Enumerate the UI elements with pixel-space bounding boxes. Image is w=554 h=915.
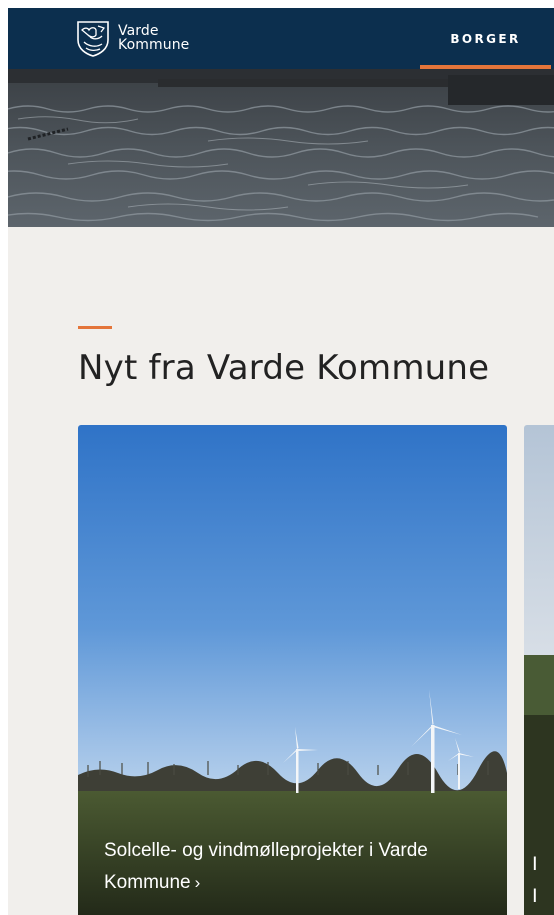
hero-water-photo xyxy=(8,69,554,227)
news-card-title[interactable]: Solcelle- og vindmølleprojekter i Varde … xyxy=(104,835,484,899)
coat-of-arms-icon xyxy=(77,21,109,57)
section-title: Nyt fra Varde Kommune xyxy=(78,348,490,388)
news-card-title-fragment: I I xyxy=(532,848,554,912)
news-card[interactable]: I I xyxy=(524,425,554,915)
hero-image xyxy=(8,69,554,227)
nav-item-borger[interactable]: BORGER xyxy=(420,8,551,69)
page: Varde Kommune BORGER Nyt fra Varde Kommu… xyxy=(8,8,554,915)
news-card-title-line-1: I xyxy=(532,853,538,875)
chevron-right-icon: › xyxy=(194,873,201,892)
news-card-title-text: Solcelle- og vindmølleprojekter i Varde … xyxy=(104,840,428,893)
logo-line-2: Kommune xyxy=(118,37,190,53)
news-card-photo xyxy=(524,425,554,915)
section-accent-line xyxy=(78,326,112,329)
site-header: Varde Kommune BORGER xyxy=(8,8,554,69)
logo-text: Varde Kommune xyxy=(118,24,189,52)
news-card-title-line-2: I xyxy=(532,885,538,907)
logo-link[interactable]: Varde Kommune xyxy=(74,14,189,62)
news-card[interactable]: Solcelle- og vindmølleprojekter i Varde … xyxy=(78,425,507,915)
logo-line-1: Varde xyxy=(118,23,159,39)
